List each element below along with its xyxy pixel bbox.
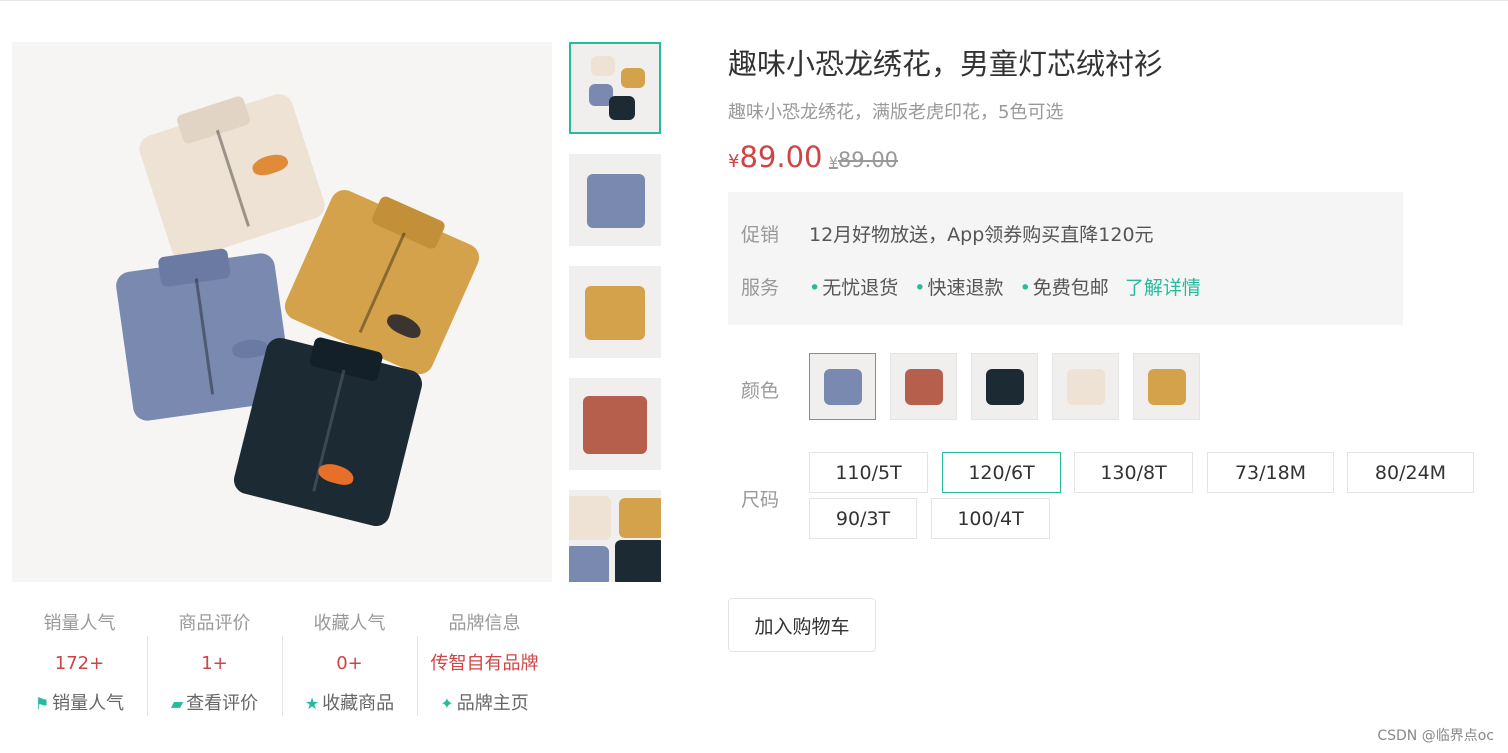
size-option[interactable]: 110/5T — [809, 452, 928, 493]
old-price: ¥89.00 — [829, 148, 898, 172]
currency-symbol: ¥ — [829, 155, 838, 171]
stat-title: 商品评价 — [178, 613, 251, 634]
thumbnail-4[interactable] — [569, 378, 661, 470]
shirt-cream-image — [135, 90, 329, 264]
star-icon: ★ — [304, 694, 320, 713]
stat-brand: 品牌信息 传智自有品牌 ✦ 品牌主页 — [417, 612, 552, 732]
stat-title: 收藏人气 — [313, 613, 386, 634]
main-product-image — [12, 42, 552, 582]
product-subtitle: 趣味小恐龙绣花，满版老虎印花，5色可选 — [728, 102, 1064, 123]
stat-value: 传智自有品牌 — [430, 653, 539, 674]
size-option[interactable]: 100/4T — [931, 498, 1050, 539]
service-list: • 无忧退货 • 快速退款 • 免费包邮 了解详情 — [809, 273, 1201, 300]
service-label: 服务 — [741, 277, 780, 299]
old-price-value: 89.00 — [837, 148, 899, 172]
service-item: • 快速退款 — [914, 277, 1004, 299]
stat-value: 0+ — [336, 653, 363, 674]
top-divider — [0, 0, 1508, 1]
size-option[interactable]: 130/8T — [1074, 452, 1193, 493]
stat-link-label: 品牌主页 — [456, 693, 529, 714]
thumbnail-3[interactable] — [569, 266, 661, 358]
price-value: 89.00 — [739, 140, 823, 174]
service-item: • 无忧退货 — [809, 277, 899, 299]
stat-link-reviews[interactable]: ▰ 查看评价 — [147, 692, 282, 716]
product-stats: 销量人气 172+ ⚑ 销量人气 商品评价 1+ ▰ 查看评价 收藏人气 0+ ★ 收… — [12, 612, 552, 732]
promo-label: 促销 — [741, 224, 780, 246]
stat-link-label: 销量人气 — [52, 693, 125, 714]
size-option[interactable]: 90/3T — [809, 498, 917, 539]
service-item: • 免费包邮 — [1019, 277, 1109, 299]
add-to-cart-button[interactable]: 加入购物车 — [728, 598, 876, 652]
size-label: 尺码 — [741, 489, 780, 511]
size-option[interactable]: 120/6T — [942, 452, 1061, 493]
stat-value: 172+ — [54, 653, 105, 674]
flag-icon: ⚑ — [34, 694, 50, 713]
stat-link-brand[interactable]: ✦ 品牌主页 — [417, 692, 552, 716]
service-details-link[interactable]: 了解详情 — [1125, 277, 1201, 299]
thumbnail-5[interactable] — [569, 490, 661, 582]
stat-link-label: 收藏商品 — [322, 693, 395, 714]
promo-text: 12月好物放送，App领券购买直降120元 — [809, 224, 1154, 246]
watermark: CSDN @临界点oc — [1377, 728, 1494, 744]
color-swatch-mustard[interactable] — [1133, 353, 1200, 420]
color-swatch-brick-print[interactable] — [890, 353, 957, 420]
promotion-panel — [728, 192, 1403, 325]
color-swatch-cream[interactable] — [1052, 353, 1119, 420]
currency-symbol: ¥ — [728, 151, 740, 172]
comment-icon: ▰ — [170, 694, 184, 713]
product-title: 趣味小恐龙绣花，男童灯芯绒衬衫 — [728, 47, 1164, 81]
current-price: ¥89.00 — [728, 140, 822, 174]
size-option[interactable]: 80/24M — [1347, 452, 1474, 493]
brand-icon: ✦ — [440, 694, 454, 713]
stat-link-sales[interactable]: ⚑ 销量人气 — [12, 692, 147, 716]
stat-link-label: 查看评价 — [186, 693, 259, 714]
stat-title: 品牌信息 — [448, 613, 521, 634]
thumbnail-2[interactable] — [569, 154, 661, 246]
stat-value: 1+ — [201, 653, 228, 674]
thumbnail-1[interactable] — [569, 42, 661, 134]
color-swatch-blue-gray[interactable] — [809, 353, 876, 420]
color-label: 颜色 — [741, 380, 780, 402]
color-swatch-navy[interactable] — [971, 353, 1038, 420]
stat-favorites: 收藏人气 0+ ★ 收藏商品 — [282, 612, 417, 732]
stat-link-favorites[interactable]: ★ 收藏商品 — [282, 692, 417, 716]
stat-title: 销量人气 — [43, 613, 116, 634]
stat-reviews: 商品评价 1+ ▰ 查看评价 — [147, 612, 282, 732]
stat-sales: 销量人气 172+ ⚑ 销量人气 — [12, 612, 147, 732]
size-option[interactable]: 73/18M — [1207, 452, 1334, 493]
